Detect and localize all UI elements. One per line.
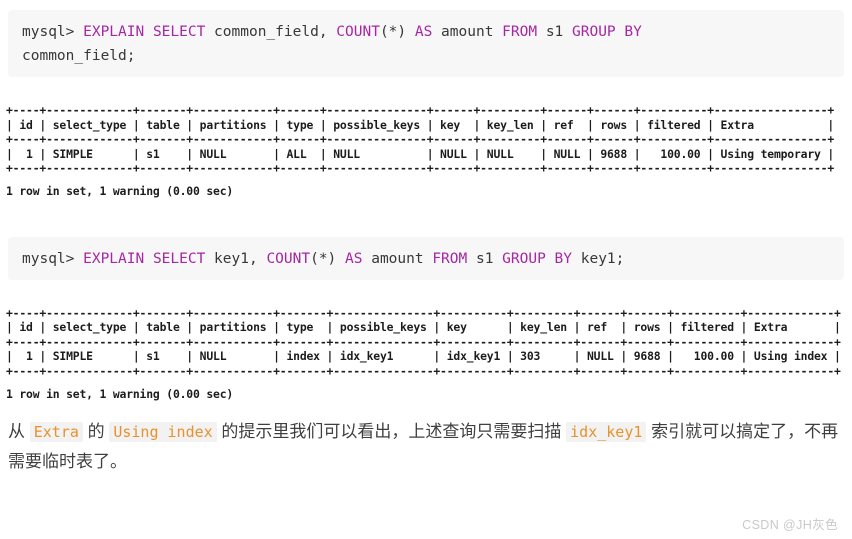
count-args-2: (*) xyxy=(310,250,346,267)
keyword-from: FROM xyxy=(502,24,538,40)
article-page: mysql> EXPLAIN SELECT common_field, COUN… xyxy=(0,10,852,539)
spacer-before-status-1 xyxy=(0,176,852,184)
count-args: (*) xyxy=(379,24,415,40)
prose-part-2: 的 xyxy=(82,422,110,442)
alias-amount-2: amount xyxy=(362,250,433,267)
spacer-between-sections xyxy=(0,199,852,237)
keyword-count: COUNT xyxy=(336,24,380,40)
spacer-before-prose xyxy=(0,401,852,417)
explain-output-2-table: +----+-------------+-------+------------… xyxy=(6,305,841,378)
keyword-explain-select-2: EXPLAIN SELECT xyxy=(83,250,206,267)
prose-part-3: 的提示里我们可以看出，上述查询只需要扫描 xyxy=(216,422,567,442)
table-s1-2: s1 xyxy=(467,250,503,267)
sql-query-1-text: mysql> EXPLAIN SELECT common_field, COUN… xyxy=(22,20,830,68)
spacer-before-status-2 xyxy=(0,379,852,387)
spacer-after-code-1 xyxy=(0,77,852,103)
inline-code-idx-key1: idx_key1 xyxy=(566,422,647,443)
table-s1: s1 xyxy=(537,24,573,40)
explain-output-2-status: 1 row in set, 1 warning (0.00 sec) xyxy=(6,386,234,401)
ident-key1: key1, xyxy=(205,250,267,267)
inline-code-extra: Extra xyxy=(29,422,83,443)
prose-part-1: 从 xyxy=(8,422,30,442)
explain-output-1-table: +----+-------------+-------+------------… xyxy=(6,103,835,176)
sql-query-2-text: mysql> EXPLAIN SELECT key1, COUNT(*) AS … xyxy=(22,247,830,271)
alias-amount: amount xyxy=(432,24,503,40)
explain-output-1-status: 1 row in set, 1 warning (0.00 sec) xyxy=(6,183,234,198)
keyword-count-2: COUNT xyxy=(266,250,311,267)
group-by-target-2: key1; xyxy=(572,250,625,267)
spacer-after-code-2 xyxy=(0,280,852,306)
ident-common-field: common_field, xyxy=(205,24,337,40)
code-block-sql-query-2: mysql> EXPLAIN SELECT key1, COUNT(*) AS … xyxy=(8,236,844,280)
keyword-group-by: GROUP BY xyxy=(572,24,642,40)
keyword-group-by-2: GROUP BY xyxy=(502,250,573,267)
keyword-explain-select: EXPLAIN SELECT xyxy=(83,24,206,40)
group-by-target: common_field; xyxy=(22,48,136,64)
inline-code-using-index: Using index xyxy=(109,422,217,443)
prompt-token-2: mysql> xyxy=(22,250,84,267)
keyword-as: AS xyxy=(414,24,433,40)
code-block-sql-query-1: mysql> EXPLAIN SELECT common_field, COUN… xyxy=(8,10,844,77)
keyword-from-2: FROM xyxy=(432,250,468,267)
prompt-token: mysql> xyxy=(22,24,84,40)
explanation-paragraph: 从 Extra 的 Using index 的提示里我们可以看出，上述查询只需要… xyxy=(8,417,844,477)
keyword-as-2: AS xyxy=(345,250,363,267)
csdn-watermark: CSDN @JH灰色 xyxy=(742,518,838,532)
